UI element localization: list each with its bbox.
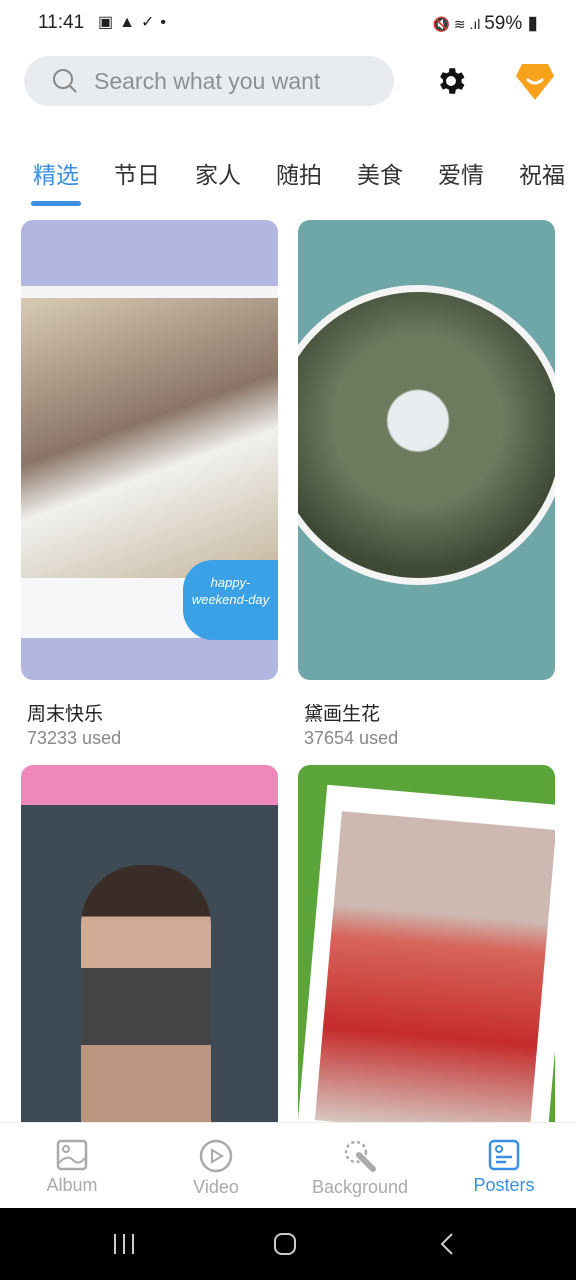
tab-love[interactable]: 爱情 (438, 156, 484, 190)
bottom-nav: Album Video Background Posters (0, 1122, 576, 1208)
poster-card-weekend[interactable]: happy-weekend-day (21, 220, 278, 680)
notification-icons: ▣▲✓• (98, 14, 172, 31)
tab-food[interactable]: 美食 (357, 156, 403, 190)
poster-tape (21, 286, 278, 298)
album-icon (56, 1139, 88, 1171)
nav-label: Background (311, 1177, 409, 1197)
back-icon[interactable] (436, 1232, 460, 1256)
tab-festival[interactable]: 节日 (114, 156, 160, 190)
tab-blessing[interactable]: 祝福 (519, 156, 565, 190)
settings-gear-icon[interactable] (434, 64, 468, 98)
battery-level: 59% (484, 13, 523, 34)
vip-diamond-icon[interactable] (514, 62, 556, 102)
status-right: 🔇 ≋ .ıl 59% ▮ (433, 12, 539, 35)
poster-photo (298, 285, 555, 585)
poster-photo (81, 865, 211, 1122)
recents-icon[interactable] (112, 1232, 136, 1256)
play-circle-icon (199, 1139, 233, 1173)
card-title: 黛画生花 (304, 704, 381, 725)
search-input[interactable]: Search what you want (24, 56, 394, 106)
poster-card-kid[interactable] (21, 765, 278, 1122)
nav-video[interactable]: Video (144, 1123, 288, 1208)
category-tabs: 精选 节日 家人 随拍 美食 爱情 祝福 (31, 156, 565, 206)
magic-wand-icon (344, 1140, 376, 1172)
nav-label: Video (193, 1177, 239, 1197)
tab-featured[interactable]: 精选 (31, 156, 81, 206)
system-nav-bar (0, 1208, 576, 1280)
search-icon (53, 69, 77, 93)
card-title: 周末快乐 (27, 704, 104, 725)
tab-snapshot[interactable]: 随拍 (276, 156, 322, 190)
status-time: 11:41 (38, 12, 85, 33)
poster-card-flower[interactable] (298, 220, 555, 680)
status-bar: 11:41 ▣▲✓• 🔇 ≋ .ıl 59% ▮ (0, 0, 576, 46)
nav-label: Posters (473, 1175, 535, 1195)
poster-icon (488, 1139, 520, 1171)
nav-album[interactable]: Album (0, 1123, 144, 1208)
card-used-count: 73233 used (27, 728, 122, 748)
search-placeholder: Search what you want (94, 67, 321, 94)
card-used-count: 37654 used (304, 728, 399, 748)
nav-posters[interactable]: Posters (432, 1123, 576, 1208)
tab-family[interactable]: 家人 (195, 156, 241, 190)
signal-icon: 🔇 ≋ .ıl (432, 16, 485, 32)
poster-overlay-text: happy-weekend-day (183, 560, 278, 640)
battery-icon: ▮ (522, 13, 538, 34)
poster-photo (21, 298, 278, 578)
poster-photo (314, 811, 555, 1122)
home-icon[interactable] (273, 1232, 297, 1256)
nav-background[interactable]: Background (288, 1123, 432, 1208)
nav-label: Album (46, 1175, 98, 1195)
poster-card-red-dress[interactable] (298, 765, 555, 1122)
